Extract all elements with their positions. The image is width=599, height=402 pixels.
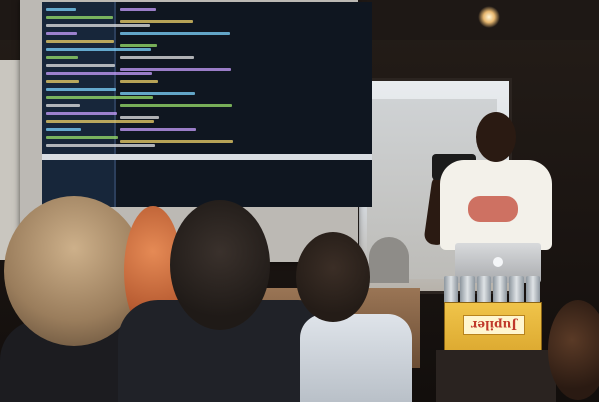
ceiling-spotlight: [478, 6, 500, 28]
can: [492, 276, 508, 304]
terminal-text-line: [46, 64, 115, 67]
lectern-table: [436, 350, 556, 402]
projected-terminal: [42, 2, 372, 207]
terminal-text-line: [120, 68, 231, 71]
can: [509, 276, 524, 304]
terminal-text-line: [46, 24, 150, 27]
terminal-text-line: [120, 128, 196, 131]
terminal-text-line: [120, 32, 230, 35]
terminal-text-line: [46, 136, 118, 139]
terminal-text-line: [120, 80, 158, 83]
can: [460, 276, 475, 304]
terminal-text-line: [120, 116, 159, 119]
terminal-text-line: [46, 144, 155, 147]
terminal-text-line: [46, 48, 151, 51]
terminal-text-line: [46, 96, 153, 99]
presentation-scene: Jupiler: [0, 0, 599, 402]
apple-logo-icon: [493, 257, 503, 267]
terminal-text-line: [46, 40, 114, 43]
terminal-text-line: [46, 104, 80, 107]
audience-member-5-head: [548, 300, 599, 400]
audience-member-4-head: [296, 232, 370, 322]
building-archway: [369, 237, 409, 283]
terminal-text-line: [46, 72, 152, 75]
terminal-text-line: [46, 112, 117, 115]
terminal-text-line: [120, 92, 195, 95]
terminal-text-line: [120, 44, 157, 47]
can: [525, 276, 540, 304]
terminal-text-line: [46, 88, 116, 91]
audience-member-4-shirt: [300, 314, 412, 402]
terminal-text-line: [46, 8, 76, 11]
terminal-text-line: [46, 128, 81, 131]
terminal-text-line: [46, 32, 77, 35]
terminal-status-bar: [42, 154, 372, 160]
terminal-text-line: [46, 16, 113, 19]
terminal-text-line: [120, 140, 233, 143]
beer-cans: [444, 276, 540, 304]
terminal-text-line: [120, 56, 194, 59]
terminal-text-line: [120, 20, 193, 23]
crate-brand-label: Jupiler: [463, 315, 525, 335]
terminal-text-line: [46, 80, 79, 83]
terminal-text-line: [120, 8, 156, 11]
audience-member-3-head: [170, 200, 270, 330]
speaker-head: [476, 112, 516, 162]
can: [444, 276, 459, 304]
tshirt-print: [468, 196, 518, 222]
terminal-text-line: [46, 56, 78, 59]
terminal-text-line: [120, 104, 232, 107]
can: [476, 276, 491, 304]
terminal-text-line: [46, 120, 154, 123]
